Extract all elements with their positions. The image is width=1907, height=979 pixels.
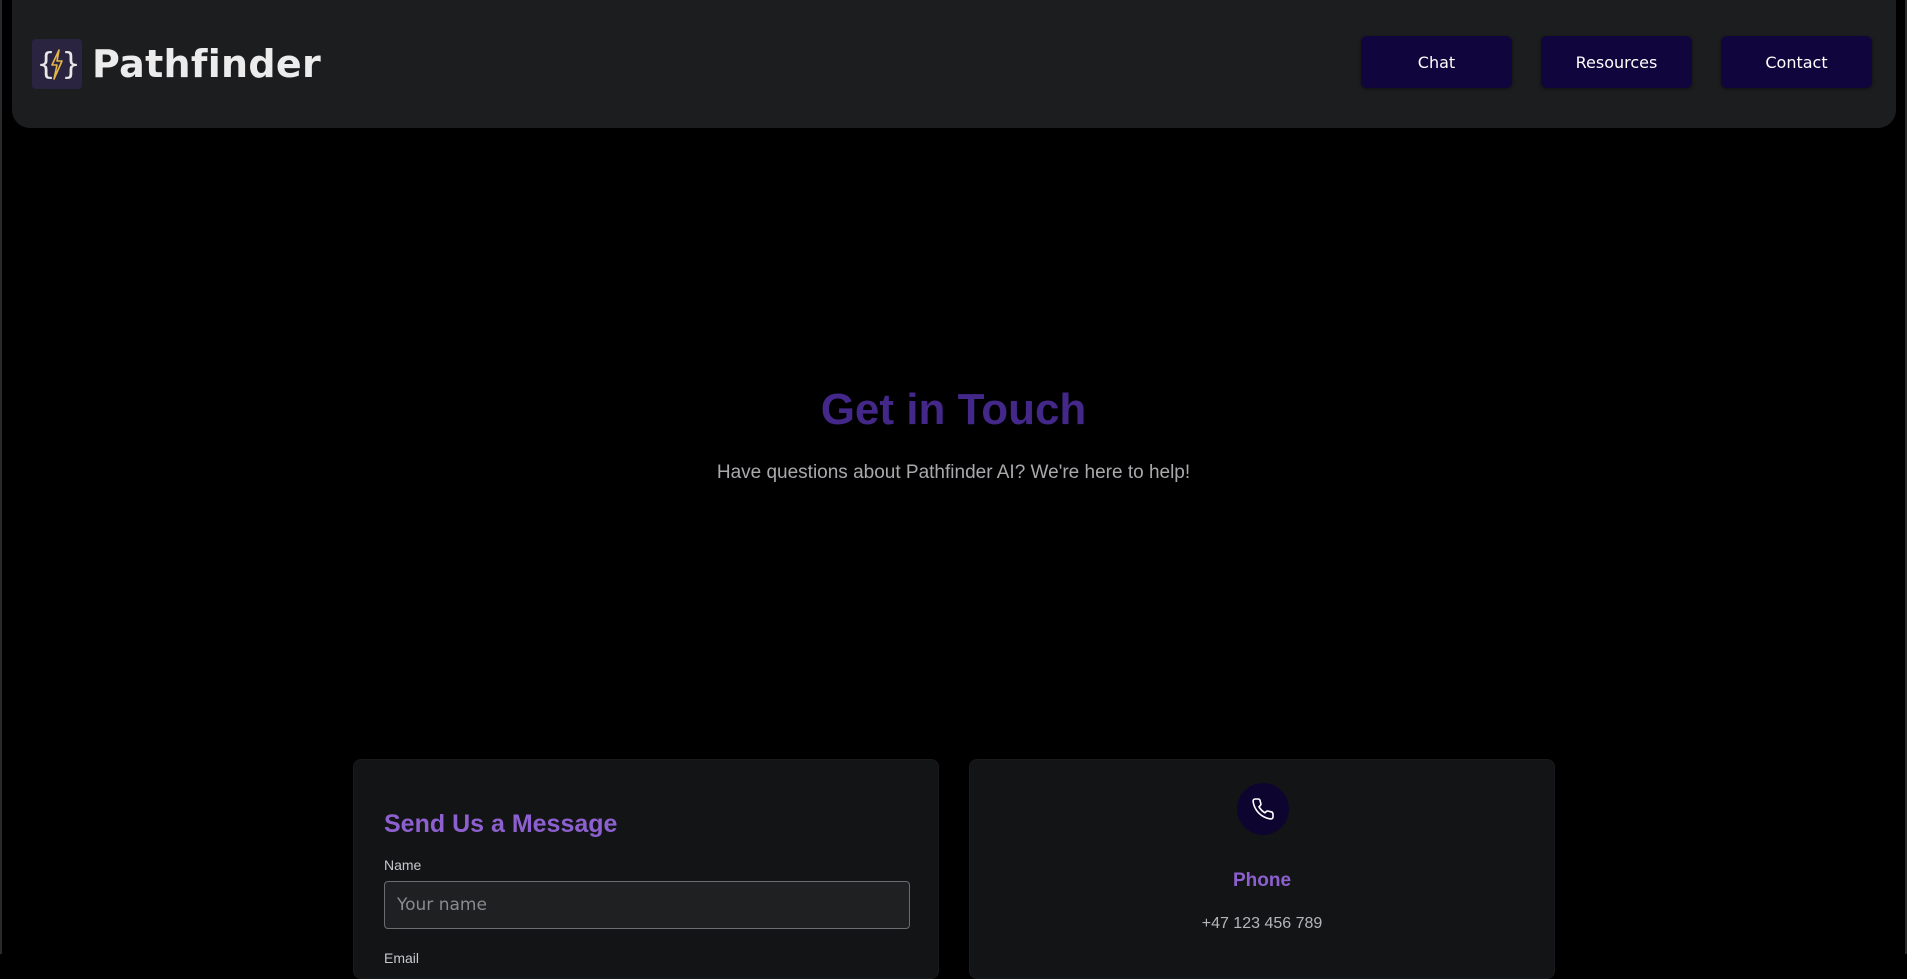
nav-chat-button[interactable]: Chat [1361,36,1512,88]
name-input[interactable] [384,881,910,929]
nav-resources-button[interactable]: Resources [1541,36,1692,88]
form-title: Send Us a Message [384,810,618,838]
braces-lightning-icon: { } [32,39,82,89]
email-label: Email [384,950,420,966]
navbar: { } Pathfinder Chat Resources Contact [12,0,1896,128]
phone-icon [1237,783,1289,835]
phone-title: Phone [1232,870,1292,891]
page-subtitle: Have questions about Pathfinder AI? We'r… [716,462,1191,483]
contact-form-card: Send Us a Message Name Email [353,759,939,979]
page-title: Get in Touch [820,385,1087,434]
phone-card: Phone +47 123 456 789 [969,759,1555,979]
phone-number: +47 123 456 789 [1201,915,1323,932]
nav-contact-button[interactable]: Contact [1721,36,1872,88]
name-label: Name [384,857,422,873]
brand[interactable]: { } Pathfinder [32,38,321,90]
brand-name: Pathfinder [92,42,322,86]
svg-text:}: } [62,47,79,82]
